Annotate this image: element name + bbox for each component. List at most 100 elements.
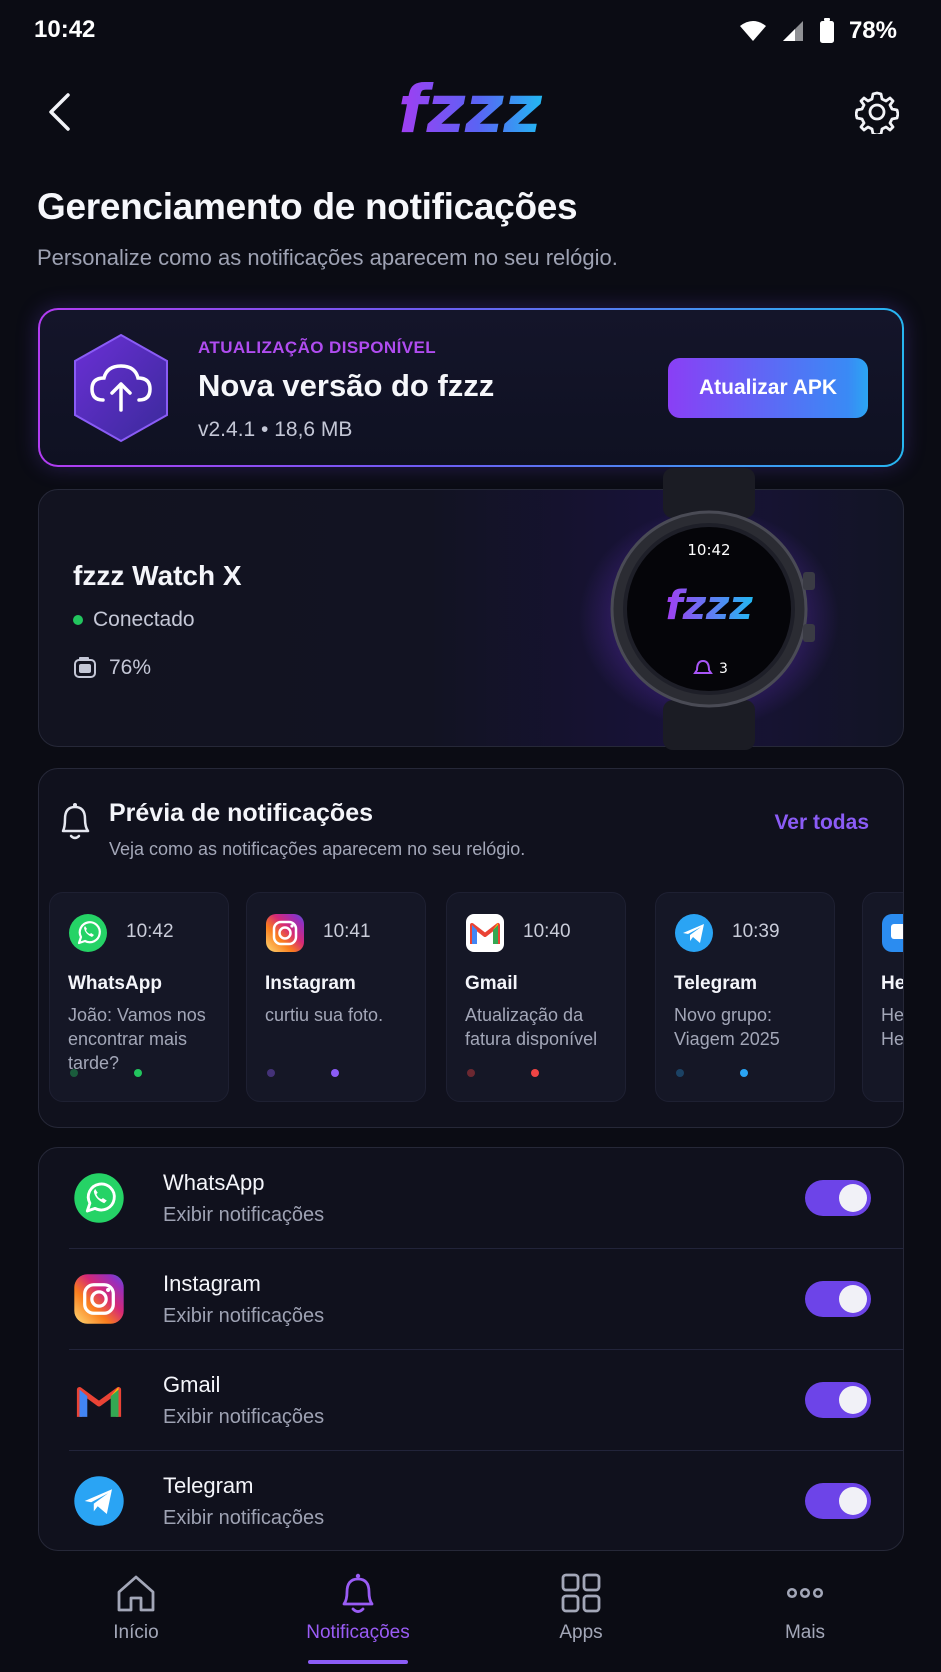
toggle-knob (839, 1386, 867, 1414)
preview-dots (70, 1069, 210, 1077)
battery-percentage: 78% (848, 17, 897, 44)
toggle-knob (839, 1184, 867, 1212)
telegram-icon (675, 914, 713, 952)
preview-dots (467, 1069, 607, 1077)
toggle-knob (839, 1285, 867, 1313)
watch-battery: 76% (73, 656, 151, 680)
bottom-navigation: Início Notificações Apps Mais (0, 1552, 941, 1672)
cell-signal-icon (782, 21, 803, 41)
back-button[interactable] (34, 84, 84, 140)
app-name: WhatsApp (163, 1170, 265, 1195)
app-name: Instagram (163, 1271, 261, 1296)
nav-label: Apps (559, 1622, 603, 1643)
preview-app-name: Gmail (465, 973, 518, 994)
update-eyebrow: ATUALIZAÇÃO DISPONÍVEL (198, 338, 436, 357)
watch-battery-icon (74, 657, 96, 678)
status-time: 10:42 (34, 16, 96, 43)
app-row-instagram[interactable]: Instagram Exibir notificações (39, 1249, 903, 1350)
preview-app-name: Instagram (265, 973, 356, 994)
wifi-icon (739, 21, 766, 41)
nav-item-home[interactable]: Início (46, 1570, 226, 1660)
app-row-telegram[interactable]: Telegram Exibir notificações (39, 1451, 903, 1550)
preview-app-name: WhatsApp (68, 973, 162, 994)
app-row-whatsapp[interactable]: WhatsApp Exibir notificações (39, 1148, 903, 1249)
svg-text:fzzz: fzzz (398, 72, 543, 148)
page-subtitle: Personalize como as notificações aparece… (37, 245, 618, 270)
toggle-knob (839, 1487, 867, 1515)
preview-time: 10:39 (732, 921, 780, 942)
notification-preview-card: Prévia de notificações Veja como as noti… (38, 768, 904, 1128)
page-title: Gerenciamento de notificações (37, 186, 578, 227)
preview-card-gmail[interactable]: 10:40 Gmail Atualização da fatura dispon… (446, 892, 626, 1102)
whatsapp-notifications-toggle[interactable] (805, 1180, 871, 1216)
watch-battery-label: 76% (109, 656, 152, 679)
watch-device-card[interactable]: fzzz Watch X Conectado 76% 10:42 fzzz 3 (38, 468, 904, 750)
app-name: Telegram (163, 1473, 254, 1498)
watch-status-label: Conectado (93, 608, 195, 631)
top-app-bar: fzzz (0, 70, 941, 154)
preview-card-telegram[interactable]: 10:39 Telegram Novo grupo: Viagem 2025 (655, 892, 835, 1102)
app-setting-label: Exibir notificações (163, 1406, 325, 1428)
nav-label: Início (113, 1622, 159, 1643)
preview-message: João: Vamos nos encontrar mais tarde? (68, 1005, 206, 1073)
preview-message: Novo grupo: Viagem 2025 (674, 1005, 780, 1049)
preview-dots (267, 1069, 407, 1077)
nav-item-notifications[interactable]: Notificações (268, 1570, 448, 1660)
notification-preview-carousel[interactable]: 10:42 WhatsApp João: Vamos nos encontrar… (49, 892, 904, 1104)
gmail-icon (466, 914, 504, 952)
bell-icon (342, 1573, 374, 1613)
preview-time: 10:41 (323, 921, 371, 942)
more-icon (786, 1587, 824, 1599)
preview-card-partial[interactable]: He He He (862, 892, 904, 1102)
preview-message: curtiu sua foto. (265, 1005, 384, 1025)
app-setting-label: Exibir notificações (163, 1507, 325, 1529)
instagram-icon (74, 1274, 124, 1324)
apps-grid-icon (561, 1573, 601, 1613)
chevron-left-icon (49, 93, 70, 131)
preview-title: Prévia de notificações (109, 799, 374, 827)
preview-subtitle: Veja como as notificações aparecem no se… (109, 839, 526, 859)
whatsapp-icon (69, 914, 107, 952)
preview-card-whatsapp[interactable]: 10:42 WhatsApp João: Vamos nos encontrar… (49, 892, 229, 1102)
see-all-link[interactable]: Ver todas (774, 811, 869, 835)
preview-app-name: Telegram (674, 973, 758, 994)
app-setting-label: Exibir notificações (163, 1204, 325, 1226)
status-icons: 78% (739, 14, 897, 48)
fzzz-logo: fzzz (398, 72, 543, 148)
nav-item-apps[interactable]: Apps (491, 1570, 671, 1660)
gmail-icon (76, 1387, 122, 1417)
nav-label: Mais (784, 1622, 826, 1643)
message-icon (882, 914, 903, 952)
telegram-icon (74, 1476, 124, 1526)
connected-dot-icon (73, 615, 83, 625)
status-bar: 10:42 78% (0, 0, 941, 62)
app-notification-settings-list: WhatsApp Exibir notificações Instagram E… (38, 1147, 904, 1551)
instagram-icon (266, 914, 304, 952)
preview-card-instagram[interactable]: 10:41 Instagram curtiu sua foto. (246, 892, 426, 1102)
app-setting-label: Exibir notificações (163, 1305, 325, 1327)
update-available-card: ATUALIZAÇÃO DISPONÍVEL Nova versão do fz… (38, 308, 904, 467)
update-title: Nova versão do fzzz (198, 368, 495, 403)
update-version-size: v2.4.1 • 18,6 MB (198, 418, 353, 441)
svg-text:10:42: 10:42 (687, 541, 730, 559)
svg-text:fzzz: fzzz (665, 583, 753, 629)
watch-name: fzzz Watch X (73, 560, 242, 591)
app-row-gmail[interactable]: Gmail Exibir notificações (39, 1350, 903, 1451)
settings-button[interactable] (849, 84, 905, 140)
nav-item-more[interactable]: Mais (715, 1570, 895, 1660)
nav-label: Notificações (306, 1622, 410, 1643)
bell-icon (61, 803, 90, 840)
gmail-notifications-toggle[interactable] (805, 1382, 871, 1418)
preview-dots (676, 1069, 816, 1077)
cloud-upload-icon (74, 333, 168, 443)
instagram-notifications-toggle[interactable] (805, 1281, 871, 1317)
update-apk-button[interactable]: Atualizar APK (668, 358, 868, 418)
app-name: Gmail (163, 1372, 221, 1397)
preview-app-name: He (881, 973, 904, 994)
home-icon (117, 1575, 155, 1612)
smartwatch-image: 10:42 fzzz 3 (579, 468, 839, 750)
preview-message: He He (881, 1005, 904, 1049)
preview-time: 10:42 (126, 921, 174, 942)
telegram-notifications-toggle[interactable] (805, 1483, 871, 1519)
watch-connection-status: Conectado (73, 608, 195, 632)
